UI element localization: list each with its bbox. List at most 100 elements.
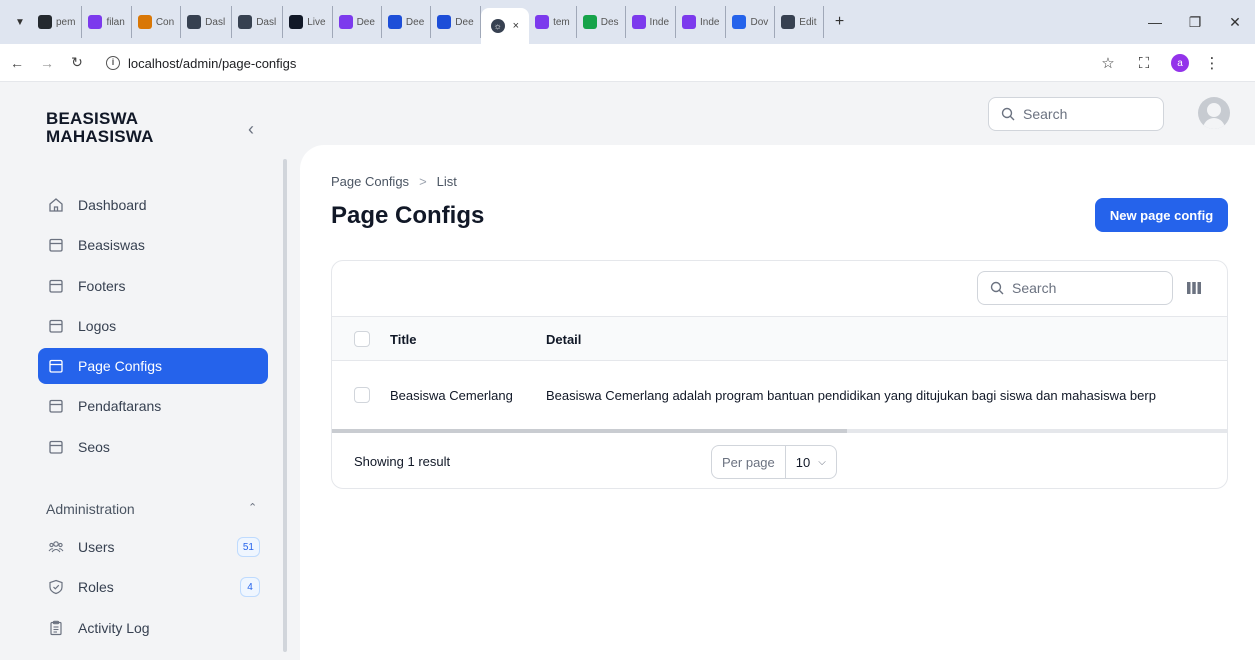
forward-arrow-icon[interactable]: →: [34, 50, 60, 76]
table-toolbar: Search: [332, 261, 1227, 317]
sidebar-item-activity-log[interactable]: Activity Log: [38, 610, 268, 646]
new-tab-button[interactable]: +: [828, 13, 852, 31]
sidebar-item-pendaftarans[interactable]: Pendaftarans: [38, 388, 268, 424]
brand-logo[interactable]: BEASISWA MAHASISWA: [46, 110, 154, 146]
sidebar-item-page-configs[interactable]: Page Configs: [38, 348, 268, 385]
sidebar-item-dashboard[interactable]: Dashboard: [38, 187, 268, 223]
browser-tab[interactable]: Des: [577, 6, 626, 38]
sidebar-item-label: Page Configs: [78, 358, 163, 375]
browser-tab[interactable]: pem: [32, 6, 83, 38]
user-avatar[interactable]: [1198, 97, 1230, 129]
per-page-select[interactable]: Per page 10 ⌵: [711, 445, 837, 479]
count-badge: 51: [236, 537, 260, 557]
sidebar-item-users[interactable]: Users 51: [38, 529, 268, 565]
browser-tab-label: Live: [307, 16, 326, 28]
bootstrap-icon: [682, 15, 697, 29]
sidebar-item-label: Seos: [78, 438, 110, 455]
browser-tab[interactable]: Inde: [626, 6, 677, 38]
table-row[interactable]: Beasiswa Cemerlang Beasiswa Cemerlang ad…: [332, 361, 1227, 429]
close-tab-icon[interactable]: ×: [513, 20, 519, 32]
browser-tab[interactable]: tem: [529, 6, 577, 38]
close-window-button[interactable]: ✕: [1215, 0, 1255, 44]
url-bar[interactable]: i localhost/admin/page-configs: [96, 49, 1126, 77]
users-icon: [48, 539, 64, 555]
browser-tab-label: Edit: [799, 16, 817, 28]
breadcrumb-page-configs[interactable]: Page Configs: [331, 174, 409, 189]
browser-tab-active[interactable]: ☼ ×: [480, 8, 530, 44]
info-icon[interactable]: i: [106, 56, 120, 70]
sidebar-item-label: Activity Log: [78, 619, 150, 636]
browser-tab[interactable]: Con: [132, 6, 182, 38]
column-header-title[interactable]: Title: [390, 332, 417, 347]
browser-tab[interactable]: Edit: [775, 6, 824, 38]
folder-icon: [48, 278, 64, 294]
sidebar-item-beasiswas[interactable]: Beasiswas: [38, 227, 268, 263]
table-card: Search Title Detail Beasiswa Cemerlang B…: [331, 260, 1228, 489]
back-arrow-icon[interactable]: ←: [4, 50, 30, 76]
app-root: BEASISWA MAHASISWA ‹ Dashboard Beasiswas F…: [0, 83, 1255, 660]
collapse-sidebar-chevron-icon[interactable]: ‹: [248, 119, 254, 140]
browser-tab-label: Inde: [649, 16, 670, 28]
browser-tab-label: Dasl: [256, 16, 277, 28]
select-all-checkbox[interactable]: [354, 331, 370, 347]
global-search-input[interactable]: Search: [988, 97, 1164, 131]
browser-tab-label: filan: [106, 16, 125, 28]
yandex-icon: [88, 15, 103, 29]
cell-detail[interactable]: Beasiswa Cemerlang adalah program bantua…: [546, 388, 1156, 403]
cell-title[interactable]: Beasiswa Cemerlang: [390, 388, 513, 403]
breadcrumb-separator-icon: >: [419, 174, 427, 189]
page-title: Page Configs: [331, 202, 485, 229]
browser-tab[interactable]: Dee: [382, 6, 432, 38]
browser-tab[interactable]: Dee: [431, 6, 481, 38]
bookmark-star-icon[interactable]: ☆: [1094, 44, 1122, 82]
reload-icon[interactable]: ↻: [64, 50, 90, 76]
globe-icon: [238, 15, 253, 29]
folder-icon: [48, 358, 64, 374]
browser-tab-label: Dasl: [205, 16, 226, 28]
globe-icon: [781, 15, 796, 29]
folder-icon: [48, 318, 64, 334]
browser-tab[interactable]: Inde: [676, 6, 727, 38]
folder-icon: [48, 439, 64, 455]
sidebar-item-seos[interactable]: Seos: [38, 429, 268, 465]
design-icon: [582, 15, 597, 29]
browser-tab[interactable]: Dov: [726, 6, 776, 38]
browser-tab[interactable]: Dasl: [232, 6, 284, 38]
row-checkbox[interactable]: [354, 387, 370, 403]
download-icon: [732, 15, 747, 29]
globe-icon: ☼: [490, 19, 505, 33]
sidebar-item-label: Pendaftarans: [78, 398, 162, 415]
browser-tab[interactable]: Live: [283, 6, 333, 38]
extensions-icon[interactable]: ⛶: [1130, 44, 1158, 82]
minimize-button[interactable]: —: [1135, 0, 1175, 44]
browser-tab[interactable]: Dee: [333, 6, 382, 38]
browser-tab[interactable]: Dasl: [181, 6, 233, 38]
sidebar-scrollbar[interactable]: [283, 159, 287, 652]
browser-tab[interactable]: filan: [82, 6, 132, 38]
sidebar-item-roles[interactable]: Roles 4: [38, 569, 268, 605]
folder-icon: [48, 237, 64, 253]
sidebar-item-logos[interactable]: Logos: [38, 308, 268, 344]
nav-group-administration[interactable]: Administration: [46, 501, 135, 517]
brand-line-2: MAHASISWA: [46, 127, 154, 146]
home-icon: [48, 197, 64, 213]
per-page-value[interactable]: 10 ⌵: [786, 455, 836, 470]
chevron-up-icon[interactable]: ⌃: [248, 501, 257, 514]
yandex-icon: [535, 15, 550, 29]
restore-button[interactable]: ❐: [1175, 0, 1215, 44]
bootstrap-icon: [631, 15, 646, 29]
table-search-input[interactable]: Search: [977, 271, 1173, 305]
column-header-detail[interactable]: Detail: [546, 332, 581, 347]
browser-menu-icon[interactable]: ⋮: [1198, 44, 1226, 82]
browser-tab-label: tem: [553, 16, 570, 28]
new-page-config-button[interactable]: New page config: [1095, 198, 1228, 232]
github-icon: [38, 15, 52, 29]
profile-button[interactable]: a: [1166, 44, 1194, 82]
search-icon: [990, 281, 1004, 295]
tab-search-chevron-icon[interactable]: ▼: [8, 10, 32, 34]
sidebar-item-footers[interactable]: Footers: [38, 268, 268, 304]
columns-toggle-icon[interactable]: [1187, 281, 1201, 297]
sidebar-item-label: Logos: [78, 317, 117, 334]
count-badge: 4: [240, 577, 260, 598]
browser-tab-label: Dee: [405, 16, 425, 28]
